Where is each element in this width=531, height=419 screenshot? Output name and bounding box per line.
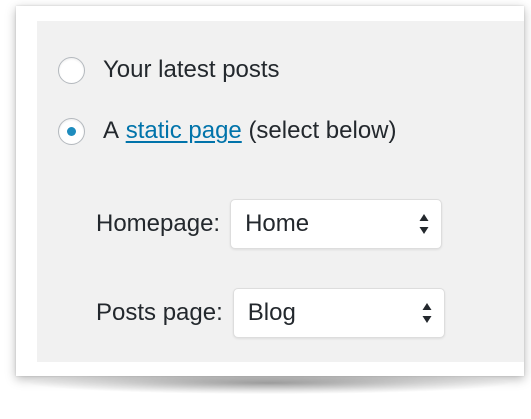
posts-page-select-value: Blog [247, 299, 296, 326]
static-page-link[interactable]: static page [126, 117, 242, 145]
radio-latest-posts[interactable] [58, 56, 85, 84]
option-latest-posts-label: Your latest posts [103, 56, 280, 83]
homepage-row: Homepage: Home [96, 199, 443, 249]
posts-page-row: Posts page: Blog [96, 288, 445, 338]
option-static-prefix: A [103, 117, 120, 144]
homepage-label: Homepage: [96, 210, 221, 237]
select-arrows-icon [422, 303, 432, 323]
posts-page-select[interactable]: Blog [232, 288, 445, 338]
option-static-suffix: (select below) [248, 117, 397, 144]
homepage-select[interactable]: Home [230, 199, 443, 249]
posts-page-label: Posts page: [96, 299, 223, 326]
option-latest-posts[interactable]: Your latest posts [58, 56, 280, 84]
option-static-page[interactable]: A static page (select below) [58, 117, 397, 145]
homepage-select-value: Home [245, 210, 310, 237]
select-arrows-icon [419, 214, 429, 234]
radio-static-page[interactable] [58, 117, 85, 145]
